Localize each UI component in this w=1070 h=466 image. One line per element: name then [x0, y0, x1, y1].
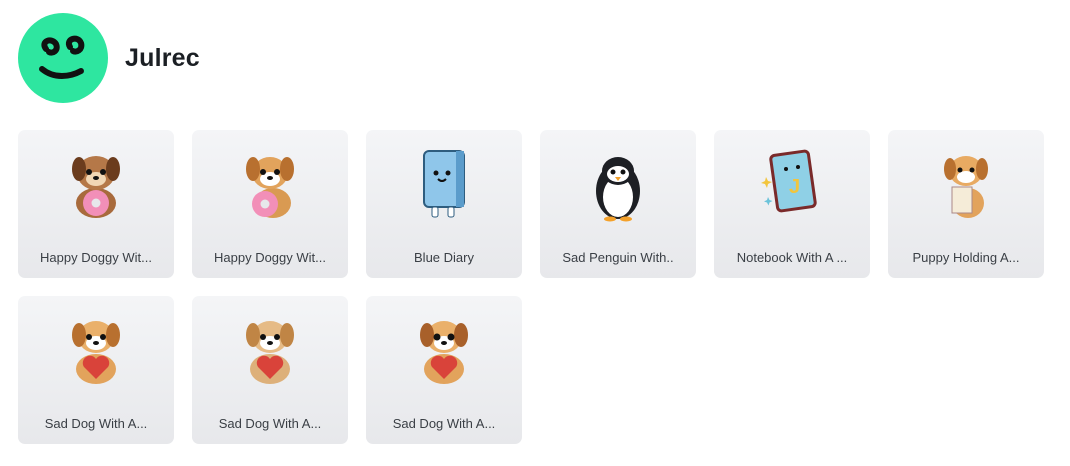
sticker-label: Notebook With A ... — [736, 250, 848, 265]
sticker-grid: Happy Doggy Wit... Happy Doggy Wit... Bl… — [18, 130, 1044, 444]
dog-heart-icon — [192, 310, 348, 392]
sticker-label: Sad Penguin With.. — [562, 250, 674, 265]
sticker-card[interactable]: Sad Dog With A... — [366, 296, 522, 444]
profile-header: Julrec — [18, 13, 200, 103]
dog-donut-icon — [192, 144, 348, 226]
sticker-card[interactable]: Sad Dog With A... — [18, 296, 174, 444]
sticker-label: Blue Diary — [414, 250, 474, 265]
notebook-j-icon: J — [714, 144, 870, 226]
blue-diary-icon — [366, 144, 522, 226]
sticker-card[interactable]: Sad Penguin With.. — [540, 130, 696, 278]
penguin-icon — [540, 144, 696, 226]
dog-heart-icon — [366, 310, 522, 392]
sticker-label: Happy Doggy Wit... — [40, 250, 152, 265]
sticker-card[interactable]: J Notebook With A ... — [714, 130, 870, 278]
sticker-card[interactable]: Happy Doggy Wit... — [192, 130, 348, 278]
dog-paper-icon — [888, 144, 1044, 226]
sticker-label: Happy Doggy Wit... — [214, 250, 326, 265]
dog-donut-icon — [18, 144, 174, 226]
sticker-label: Sad Dog With A... — [44, 416, 148, 431]
svg-text:J: J — [789, 176, 800, 198]
sticker-label: Sad Dog With A... — [392, 416, 496, 431]
username: Julrec — [125, 43, 200, 72]
sticker-card[interactable]: Blue Diary — [366, 130, 522, 278]
sticker-card[interactable]: Happy Doggy Wit... — [18, 130, 174, 278]
sticker-label: Puppy Holding A... — [912, 250, 1020, 265]
dog-heart-icon — [18, 310, 174, 392]
avatar[interactable] — [18, 13, 108, 103]
sticker-card[interactable]: Sad Dog With A... — [192, 296, 348, 444]
sticker-card[interactable]: Puppy Holding A... — [888, 130, 1044, 278]
sticker-label: Sad Dog With A... — [218, 416, 322, 431]
smiley-face-icon — [39, 35, 85, 79]
